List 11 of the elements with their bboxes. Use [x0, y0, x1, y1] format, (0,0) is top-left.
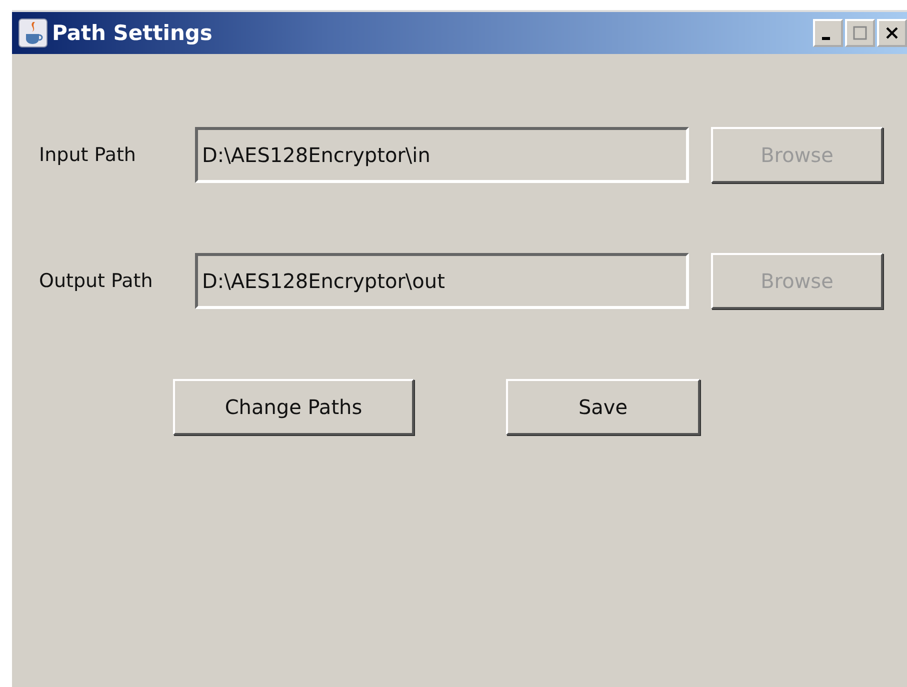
maximize-icon [853, 26, 867, 40]
action-button[interactable]: Save [506, 379, 700, 435]
close-button[interactable] [877, 19, 907, 47]
window-title: Path Settings [52, 21, 212, 45]
minimize-button[interactable] [813, 19, 843, 47]
minimize-icon [822, 36, 830, 40]
field-label: Input Path [38, 144, 137, 166]
close-icon [885, 26, 899, 40]
field-label: Output Path [38, 270, 154, 292]
action-button[interactable]: Change Paths [173, 379, 414, 435]
coffee-cup-icon [18, 18, 48, 48]
